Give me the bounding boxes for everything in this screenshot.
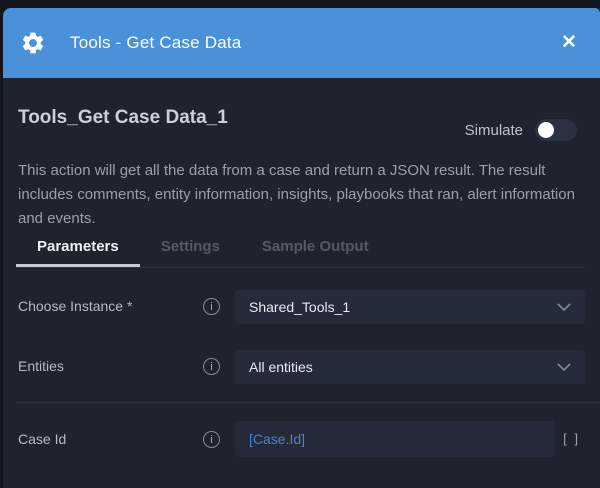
gear-icon [20, 30, 46, 56]
tab-bar: Parameters Settings Sample Output [16, 232, 585, 268]
entities-label: Entities [18, 358, 64, 374]
screen: Tools - Get Case Data ✕ Tools_Get Case D… [0, 0, 600, 488]
info-icon[interactable]: i [203, 431, 220, 448]
tab-parameters[interactable]: Parameters [16, 232, 140, 267]
case-id-label: Case Id [18, 431, 66, 447]
modal-header: Tools - Get Case Data ✕ [3, 8, 600, 78]
toggle-knob [538, 122, 554, 138]
info-icon[interactable]: i [203, 358, 220, 375]
instance-select[interactable]: Shared_Tools_1 [235, 290, 585, 324]
simulate-label: Simulate [465, 122, 523, 139]
tab-settings[interactable]: Settings [140, 232, 241, 264]
chevron-down-icon [557, 303, 571, 311]
close-icon[interactable]: ✕ [556, 30, 582, 56]
action-description: This action will get all the data from a… [18, 159, 588, 231]
chevron-down-icon [557, 363, 571, 371]
simulate-toggle[interactable] [535, 119, 577, 141]
case-id-input[interactable] [235, 421, 555, 457]
simulate-control: Simulate [465, 119, 577, 141]
choose-instance-label: Choose Instance * [18, 298, 132, 314]
instance-select-value: Shared_Tools_1 [249, 299, 557, 315]
entities-select[interactable]: All entities [235, 350, 585, 384]
action-config-modal: Tools - Get Case Data ✕ Tools_Get Case D… [3, 8, 600, 488]
action-instance-title: Tools_Get Case Data_1 [18, 107, 228, 129]
info-icon[interactable]: i [203, 298, 220, 315]
modal-title: Tools - Get Case Data [70, 33, 556, 53]
entities-select-value: All entities [249, 359, 557, 375]
expression-brackets-icon[interactable]: [ ] [563, 431, 580, 446]
tab-sample-output[interactable]: Sample Output [241, 232, 390, 264]
section-divider [16, 402, 600, 403]
